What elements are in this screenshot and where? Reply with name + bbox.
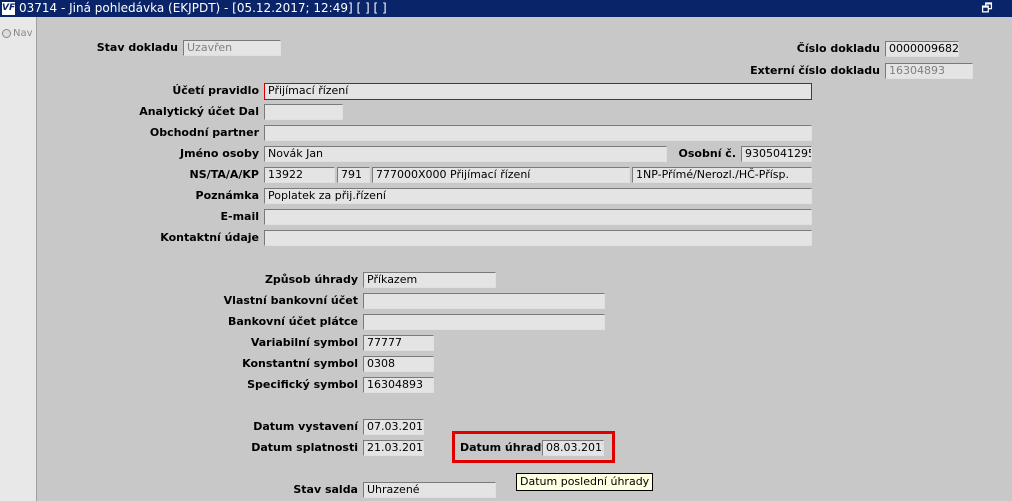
a-field[interactable]: 777000X000 Přijímací řízení [372,167,630,183]
window-titlebar: VF 03714 - Jiná pohledávka (EKJPDT) - [0… [0,0,1012,17]
uceti-pravidlo-field[interactable]: Přijímací řízení [264,83,812,100]
tooltip-datum-posledni-uhrady: Datum poslední úhrady [516,473,654,491]
label-email: E-mail [220,210,259,223]
stav-salda-field[interactable]: Uhrazené [363,482,496,498]
label-vlastni-bankovni-ucet: Vlastní bankovní účet [223,294,358,307]
label-kontaktni-udaje: Kontaktní údaje [160,231,259,244]
cislo-dokladu-field[interactable]: 0000009682 [885,41,959,57]
label-analyticky-ucet-dal: Analytický účet Dal [139,105,259,118]
osobni-c-field[interactable]: 9305041295 [741,146,812,162]
datum-uhrady-field[interactable]: 08.03.2012 [542,440,604,456]
variabilni-symbol-field[interactable]: 77777 [363,335,434,351]
externi-cislo-dokladu-field[interactable]: 16304893 [885,63,973,79]
nav-label: Nav [13,28,33,39]
label-variabilni-symbol: Variabilní symbol [250,336,358,349]
poznamka-field[interactable]: Poplatek za přij.řízení [264,188,812,204]
label-cislo-dokladu: Číslo dokladu [796,42,880,55]
obchodni-partner-field[interactable] [264,125,812,141]
konstantni-symbol-field[interactable]: 0308 [363,356,434,372]
label-specificky-symbol: Specifický symbol [247,378,358,391]
restore-icon[interactable]: 🗗 [980,1,994,15]
datum-splatnosti-field[interactable]: 21.03.2012 [363,440,424,456]
label-stav-dokladu: Stav dokladu [96,41,178,54]
analyticky-ucet-dal-field[interactable] [264,104,343,120]
label-konstantni-symbol: Konstantní symbol [242,357,358,370]
label-externi-cislo-dokladu: Externí číslo dokladu [750,64,880,77]
left-nav-panel: Nav [0,17,37,501]
nav-radio-button[interactable]: Nav [2,28,33,39]
label-datum-vystaveni: Datum vystavení [253,420,358,433]
label-zpusob-uhrady: Způsob úhrady [264,273,358,286]
window-title: 03714 - Jiná pohledávka (EKJPDT) - [05.1… [19,1,387,15]
label-poznamka: Poznámka [195,189,259,202]
email-field[interactable] [264,209,812,225]
app-logo-icon: VF [2,2,16,15]
datum-vystaveni-field[interactable]: 07.03.2012 [363,419,424,435]
zpusob-uhrady-field[interactable]: Příkazem [363,272,496,288]
specificky-symbol-field[interactable]: 16304893 [363,377,434,393]
kontaktni-udaje-field[interactable] [264,230,812,246]
ta-field[interactable]: 791 [337,167,370,183]
label-osobni-c: Osobní č. [678,147,736,160]
kp-field[interactable]: 1NP-Přímé/Nerozl./HČ-Přísp. [632,167,812,183]
vlastni-bankovni-ucet-field[interactable] [363,293,605,309]
label-uceti-pravidlo: Účetí pravidlo [172,84,259,97]
radio-icon [2,28,11,38]
stav-dokladu-field[interactable]: Uzavřen [183,40,281,56]
label-obchodni-partner: Obchodní partner [149,126,259,139]
label-datum-splatnosti: Datum splatnosti [251,441,358,454]
label-jmeno-osoby: Jméno osoby [180,147,259,160]
label-stav-salda: Stav salda [293,483,358,496]
ns-field[interactable]: 13922 [264,167,335,183]
bankovni-ucet-platce-field[interactable] [363,314,605,330]
label-ns-ta-a-kp: NS/TA/A/KP [189,168,259,181]
label-bankovni-ucet-platce: Bankovní účet plátce [227,315,358,328]
jmeno-osoby-field[interactable]: Novák Jan [264,146,667,162]
label-datum-uhrady: Datum úhrady [460,441,549,454]
